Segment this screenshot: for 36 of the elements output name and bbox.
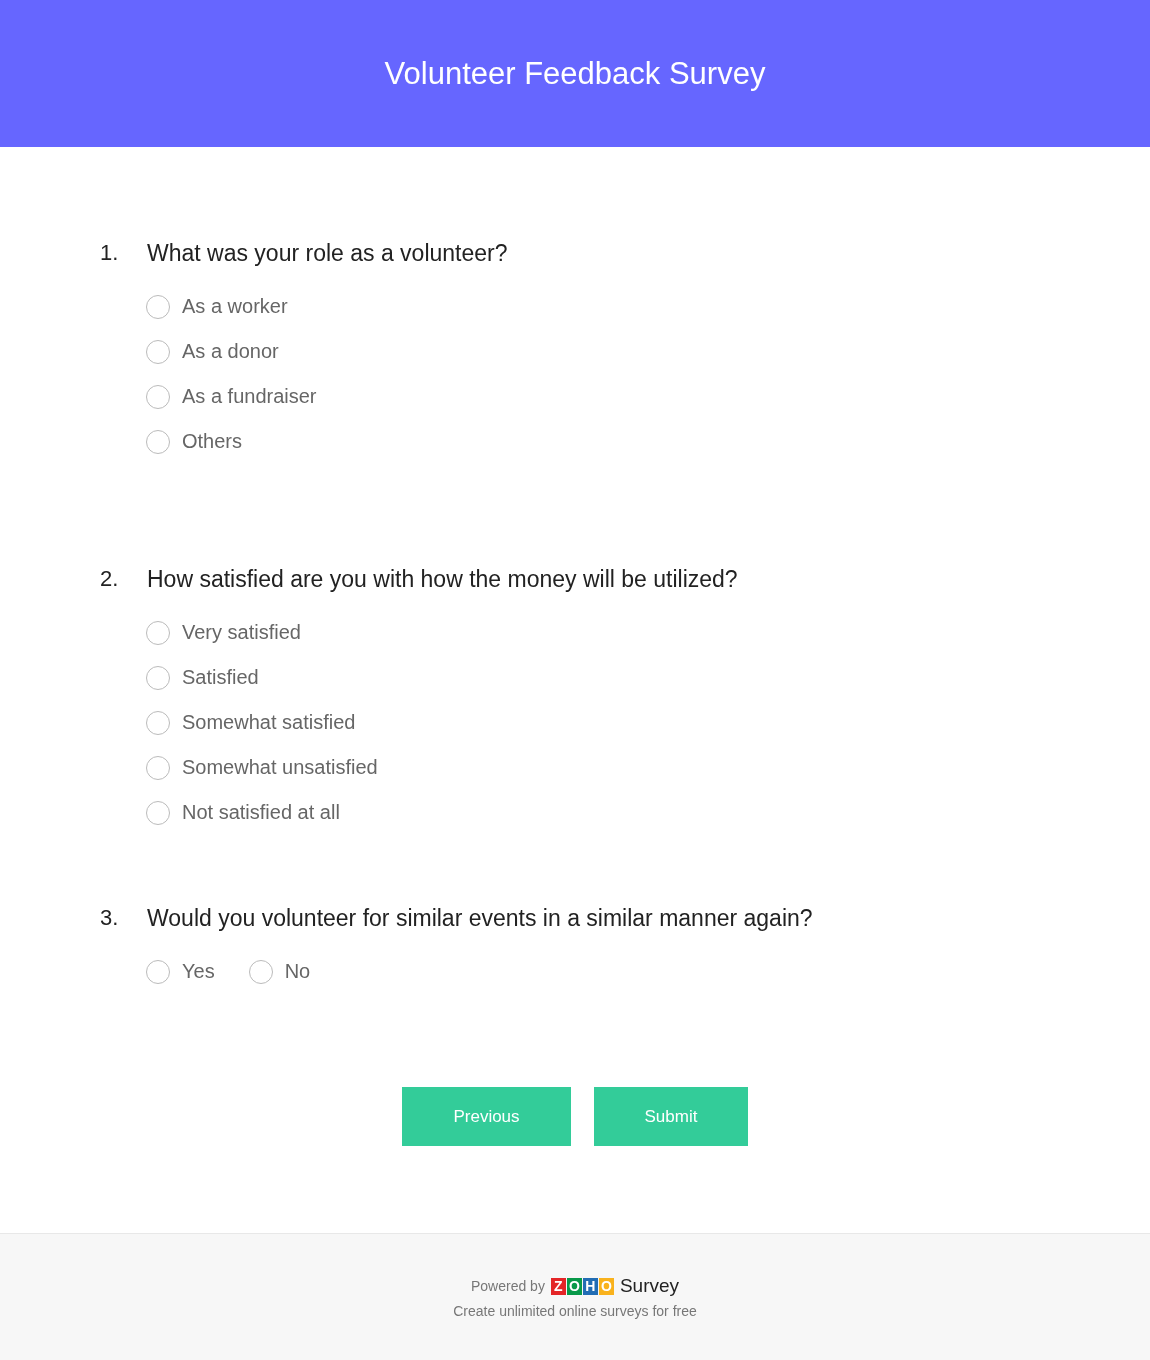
radio-option[interactable]: Very satisfied [146,610,301,655]
radio-button[interactable] [146,959,170,984]
radio-button[interactable] [146,665,170,690]
logo-tile: O [598,1277,614,1295]
logo-tile: H [582,1277,598,1295]
question-text: How satisfied are you with how the money will be utilized? [147,565,738,593]
question-number: 1. [100,240,120,266]
logo-tile: O [566,1277,582,1295]
radio-button[interactable] [146,429,170,454]
radio-button[interactable] [146,755,170,780]
radio-option[interactable]: Others [146,419,243,464]
radio-option[interactable]: As a donor [146,329,279,374]
question-number: 3. [100,905,120,931]
tagline-link[interactable]: Create unlimited online surveys for free [453,1303,697,1319]
radio-button[interactable] [248,959,273,984]
logo-tile: Z [550,1277,566,1295]
radio-option[interactable]: Not satisfied at all [146,790,340,835]
powered-by-text: Powered by [470,1278,545,1294]
radio-option[interactable]: As a worker [146,284,288,329]
question-text: What was your role as a volunteer? [147,239,508,267]
radio-option[interactable]: No [248,949,311,994]
radio-button[interactable] [146,339,170,364]
radio-button[interactable] [146,620,170,645]
survey-title: Volunteer Feedback Survey [384,55,766,92]
radio-option[interactable]: As a fundraiser [146,374,317,419]
radio-option[interactable]: Yes [146,949,215,994]
radio-option[interactable]: Satisfied [146,655,259,700]
radio-button[interactable] [146,294,170,319]
product-name: Survey [619,1275,680,1297]
radio-option[interactable]: Somewhat satisfied [146,700,356,745]
radio-option[interactable]: Somewhat unsatisfied [146,745,378,790]
question-number: 2. [100,566,120,592]
radio-button[interactable] [146,710,170,735]
question-text: Would you volunteer for similar events in a similar manner again? [147,904,813,932]
radio-button[interactable] [146,384,170,409]
radio-button[interactable] [146,800,170,825]
